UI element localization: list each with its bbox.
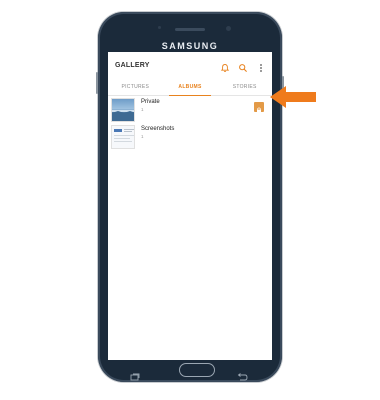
tab-stories[interactable]: STORIES	[217, 80, 272, 95]
album-thumbnail	[111, 98, 135, 122]
album-screenshots[interactable]: Screenshots 1	[111, 125, 269, 149]
more-vert-icon[interactable]	[256, 60, 266, 72]
tab-bar: PICTURES ALBUMS STORIES	[108, 80, 272, 96]
app-bar: GALLERY	[108, 52, 272, 80]
bell-icon[interactable]	[220, 60, 230, 72]
lock-icon[interactable]	[254, 102, 264, 113]
app-title: GALLERY	[115, 62, 150, 69]
volume-key	[96, 72, 98, 94]
tab-albums[interactable]: ALBUMS	[163, 80, 218, 96]
back-icon[interactable]	[236, 368, 248, 381]
brand-logo: SAMSUNG	[161, 41, 219, 51]
album-private[interactable]: Private 1	[111, 98, 269, 122]
callout-arrow-icon	[270, 86, 316, 108]
search-icon[interactable]	[238, 60, 248, 72]
app-bar-actions	[220, 60, 266, 72]
album-count: 1	[141, 107, 144, 112]
home-button[interactable]	[179, 363, 215, 377]
recent-apps-icon[interactable]	[130, 368, 140, 381]
earpiece	[175, 28, 205, 31]
hardware-nav-bar	[108, 360, 272, 382]
front-camera	[226, 26, 231, 31]
tab-pictures[interactable]: PICTURES	[108, 80, 163, 95]
screen: GALLERY PICTURES ALBUMS STORIES Private …	[108, 52, 272, 360]
album-thumbnail	[111, 125, 135, 149]
sensor	[158, 26, 161, 29]
phone-frame: SAMSUNG GALLERY PICTURES ALBUMS STORIES …	[96, 12, 284, 382]
album-name: Screenshots	[141, 126, 175, 132]
album-name: Private	[141, 99, 160, 105]
album-count: 1	[141, 134, 144, 139]
